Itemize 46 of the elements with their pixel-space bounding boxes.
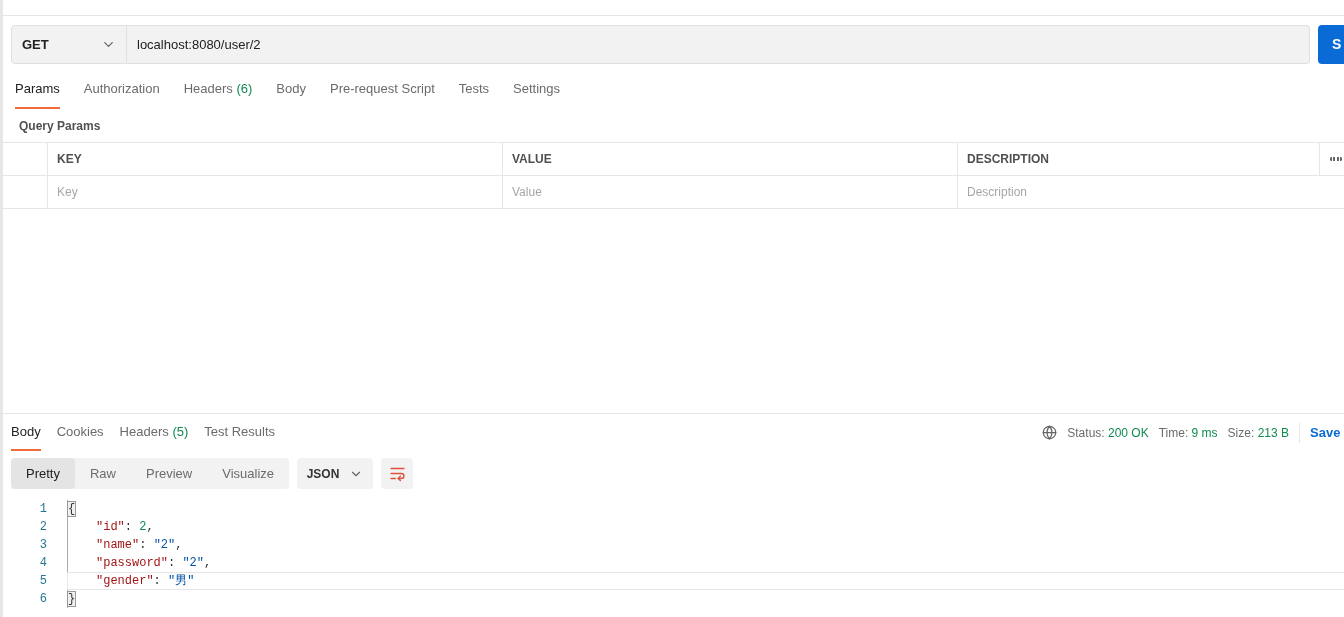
format-dropdown[interactable]: JSON bbox=[297, 458, 374, 489]
view-mode-tab[interactable]: Visualize bbox=[207, 458, 290, 489]
globe-icon[interactable] bbox=[1042, 425, 1058, 440]
view-mode-tab[interactable]: Preview bbox=[131, 458, 208, 489]
column-header: VALUE bbox=[512, 150, 552, 168]
tab[interactable]: Tests bbox=[458, 79, 490, 109]
tab[interactable]: Cookies bbox=[56, 421, 104, 451]
tab[interactable]: Authorization bbox=[83, 79, 160, 109]
send-button[interactable]: S bbox=[1318, 25, 1344, 64]
size-text: Size: 213 B bbox=[1227, 424, 1289, 442]
status-text: Status: 200 OK bbox=[1067, 424, 1149, 442]
wrap-lines-button[interactable] bbox=[381, 458, 414, 489]
line-number: 5 bbox=[38, 573, 47, 590]
code-line: "id": 2, bbox=[67, 518, 1344, 536]
line-number: 6 bbox=[38, 591, 47, 608]
column-header: DESCRIPTION bbox=[967, 150, 1049, 168]
code-line: "name": "2", bbox=[67, 536, 1344, 554]
wrap-lines-icon bbox=[388, 465, 406, 482]
view-mode-tab[interactable]: Raw bbox=[74, 458, 131, 489]
param-field[interactable]: Key bbox=[57, 182, 493, 201]
view-mode-tab[interactable]: Pretty bbox=[11, 458, 75, 489]
code-line: "gender": "男" bbox=[67, 572, 1344, 590]
code-line: } bbox=[67, 590, 1344, 608]
line-number: 4 bbox=[38, 555, 47, 572]
tab[interactable]: Test Results bbox=[204, 421, 276, 451]
url-field[interactable]: localhost:8080/user/2 bbox=[127, 25, 1310, 64]
more-icon bbox=[1330, 156, 1342, 161]
tab[interactable]: Body bbox=[276, 79, 306, 109]
save-button[interactable]: Save bbox=[1310, 422, 1344, 443]
tab[interactable]: Pre-request Script bbox=[330, 79, 435, 109]
section-title: Query Params bbox=[18, 117, 102, 135]
line-number: 3 bbox=[38, 537, 47, 554]
param-field[interactable]: Value bbox=[512, 182, 948, 201]
tab[interactable]: Body bbox=[11, 421, 41, 451]
time-text: Time: 9 ms bbox=[1158, 424, 1218, 442]
line-number: 1 bbox=[38, 501, 47, 518]
column-header: KEY bbox=[57, 150, 82, 168]
tab[interactable]: Headers (5) bbox=[119, 421, 189, 451]
method-dropdown[interactable]: GET bbox=[11, 25, 127, 64]
line-number: 2 bbox=[38, 519, 47, 536]
tab[interactable]: Settings bbox=[513, 79, 561, 109]
tab[interactable]: Headers (6) bbox=[183, 79, 253, 109]
param-field[interactable]: Description bbox=[967, 182, 1335, 201]
code-line: "password": "2", bbox=[67, 554, 1344, 572]
code-line: { bbox=[67, 500, 1344, 518]
tab[interactable]: Params bbox=[15, 79, 60, 109]
